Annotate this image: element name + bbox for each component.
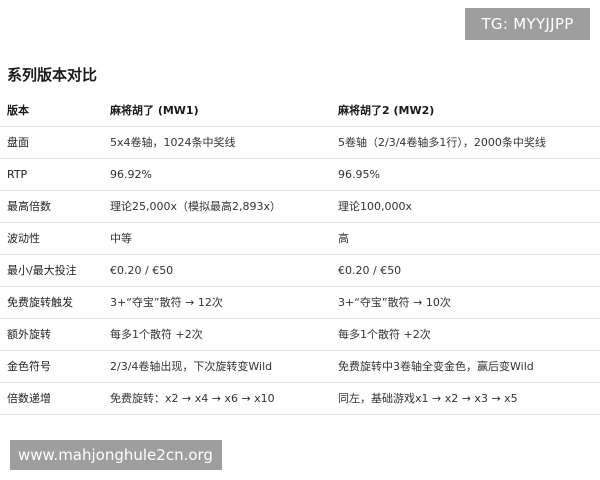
table-row: 倍数递增 免费旋转：x2 → x4 → x6 → x10 同左，基础游戏x1 →… [0, 382, 600, 415]
mw2-cell: 每多1个散符 +2次 [332, 318, 600, 351]
header-cell-mw2: 麻将胡了2 (MW2) [332, 94, 600, 127]
mw1-cell: 理论25,000x（模拟最高2,893x） [101, 190, 332, 223]
table-row: 额外旋转 每多1个散符 +2次 每多1个散符 +2次 [0, 318, 600, 351]
row-label: 最小/最大投注 [0, 254, 101, 287]
row-label: 盘面 [0, 126, 101, 159]
table-row: 最高倍数 理论25,000x（模拟最高2,893x） 理论100,000x [0, 190, 600, 223]
mw2-cell: 同左，基础游戏x1 → x2 → x3 → x5 [332, 382, 600, 415]
row-label: 最高倍数 [0, 190, 101, 223]
row-label: RTP [0, 158, 101, 191]
mw2-cell: 免费旋转中3卷轴全变金色，赢后变Wild [332, 350, 600, 383]
table-row: 波动性 中等 高 [0, 222, 600, 255]
header-cell-mw1: 麻将胡了 (MW1) [101, 94, 332, 127]
mw2-cell: 理论100,000x [332, 190, 600, 223]
table-row: 金色符号 2/3/4卷轴出现，下次旋转变Wild 免费旋转中3卷轴全变金色，赢后… [0, 350, 600, 383]
mw1-cell: 3+“夺宝”散符 → 12次 [101, 286, 332, 319]
mw1-cell: €0.20 / €50 [101, 254, 332, 287]
header-cell-version: 版本 [0, 94, 101, 127]
table-row: 最小/最大投注 €0.20 / €50 €0.20 / €50 [0, 254, 600, 287]
section-title: 系列版本对比 [7, 66, 98, 84]
table-header-row: 版本 麻将胡了 (MW1) 麻将胡了2 (MW2) [0, 94, 600, 127]
row-label: 免费旋转触发 [0, 286, 101, 319]
row-label: 额外旋转 [0, 318, 101, 351]
mw1-cell: 中等 [101, 222, 332, 255]
row-label: 金色符号 [0, 350, 101, 383]
mw2-cell: 3+“夺宝”散符 → 10次 [332, 286, 600, 319]
row-label: 波动性 [0, 222, 101, 255]
mw1-cell: 2/3/4卷轴出现，下次旋转变Wild [101, 350, 332, 383]
version-comparison-table: 版本 麻将胡了 (MW1) 麻将胡了2 (MW2) 盘面 5x4卷轴，1024条… [0, 94, 600, 415]
telegram-tag-badge: TG: MYYJJPP [465, 8, 590, 40]
table-row: 盘面 5x4卷轴，1024条中奖线 5卷轴（2/3/4卷轴多1行），2000条中… [0, 126, 600, 159]
row-label: 倍数递增 [0, 382, 101, 415]
mw2-cell: 5卷轴（2/3/4卷轴多1行），2000条中奖线 [332, 126, 600, 159]
website-watermark: www.mahjonghule2cn.org [10, 440, 222, 470]
table-row: 免费旋转触发 3+“夺宝”散符 → 12次 3+“夺宝”散符 → 10次 [0, 286, 600, 319]
mw1-cell: 每多1个散符 +2次 [101, 318, 332, 351]
mw1-cell: 96.92% [101, 158, 332, 191]
mw1-cell: 5x4卷轴，1024条中奖线 [101, 126, 332, 159]
mw2-cell: 高 [332, 222, 600, 255]
mw1-cell: 免费旋转：x2 → x4 → x6 → x10 [101, 382, 332, 415]
mw2-cell: 96.95% [332, 158, 600, 191]
table-row: RTP 96.92% 96.95% [0, 158, 600, 191]
mw2-cell: €0.20 / €50 [332, 254, 600, 287]
